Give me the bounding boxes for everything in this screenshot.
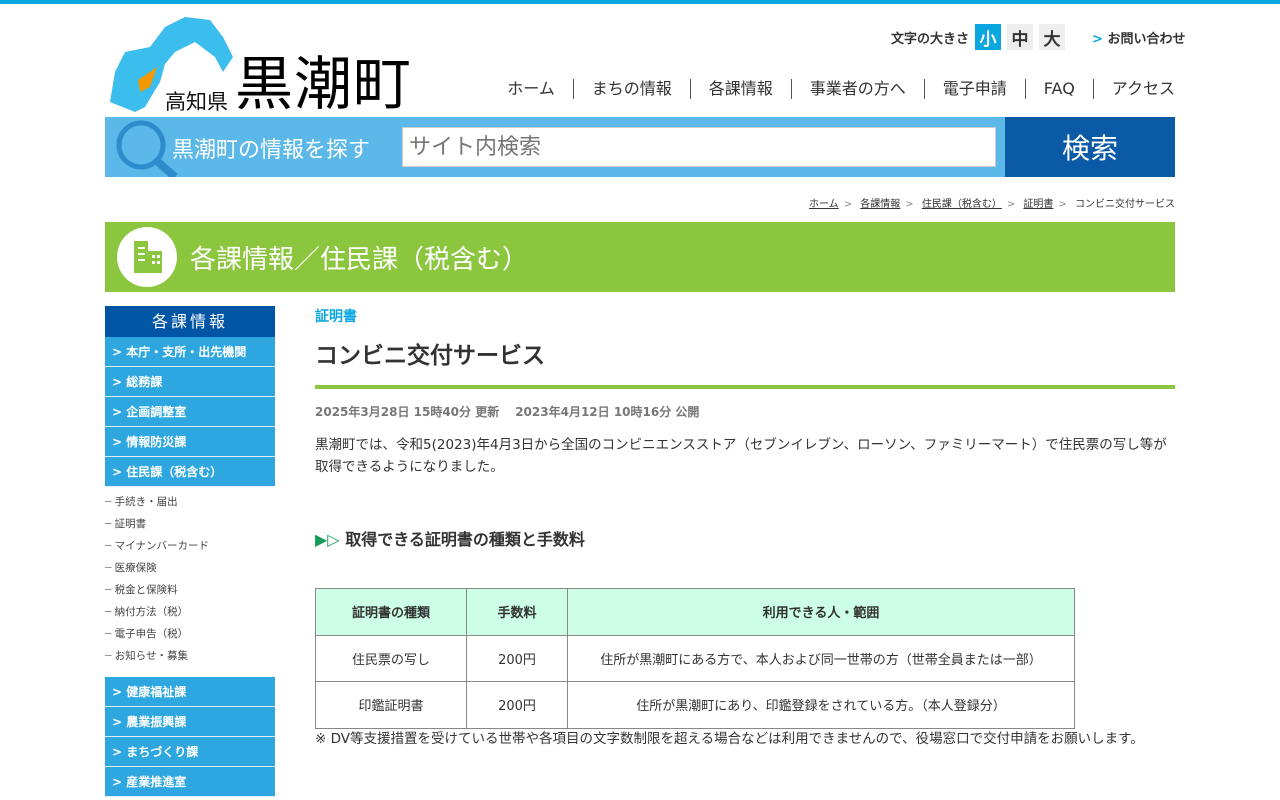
nav-e-application[interactable]: 電子申請 <box>923 79 1025 99</box>
chevron-right-icon: > <box>1092 32 1103 47</box>
town-name: 黒潮町 <box>235 50 413 118</box>
font-size-label: 文字の大きさ <box>891 31 970 47</box>
sidebar-item[interactable]: > 産業推進室 <box>105 767 275 797</box>
search-input[interactable] <box>402 127 996 167</box>
sidebar-item[interactable]: > 総務課 <box>105 367 275 397</box>
sidebar-subitem[interactable]: マイナンバーカード <box>105 535 275 557</box>
building-icon <box>117 227 177 287</box>
published-date: 2023年4月12日 10時16分 公開 <box>515 405 700 419</box>
sidebar: 各課情報 > 本庁・支所・出先機関 > 総務課 > 企画調整室 > 情報防災課 … <box>105 306 275 797</box>
font-size-switcher: 文字の大きさ 小 中 大 <box>891 24 1066 50</box>
magnifier-icon <box>116 120 178 177</box>
search-label: 黒潮町の情報を探す <box>172 138 371 163</box>
search-bar: 黒潮町の情報を探す 検索 <box>105 117 1175 177</box>
section-banner: 各課情報／住民課（税含む） <box>105 222 1175 292</box>
font-size-small-button[interactable]: 小 <box>975 24 1002 50</box>
col-header: 証明書の種類 <box>315 588 467 636</box>
sidebar-item[interactable]: > 企画調整室 <box>105 397 275 427</box>
table-row: 印鑑証明書 200円 住所が黒潮町にあり、印鑑登録をされている方。（本人登録分） <box>315 681 1075 729</box>
page-title: コンビニ交付サービス <box>315 336 1175 389</box>
table-row: 住民票の写し 200円 住所が黒潮町にある方で、本人および同一世帯の方（世帯全員また… <box>315 634 1075 682</box>
intro-text: 黒潮町では、令和5(2023)年4月3日から全国のコンビニエンスストア（セブンイ… <box>315 437 1167 475</box>
triangle-icon: ▶▷ <box>315 530 340 549</box>
breadcrumb-current: コンビニ交付サービス <box>1075 199 1175 210</box>
sidebar-item[interactable]: > 健康福祉課 <box>105 677 275 707</box>
note-text: ※ DV等支援措置を受けている世帯や各項目の文字数制限を超える場合などは利用でき… <box>315 730 1144 747</box>
dates: 2025年3月28日 15時40分 更新 2023年4月12日 10時16分 公開 <box>315 403 1175 420</box>
breadcrumb-residents[interactable]: 住民課（税含む） <box>922 199 1002 210</box>
site-logo[interactable]: 高知県 黒潮町 <box>105 12 415 116</box>
fee-table: 証明書の種類 手数料 利用できる人・範囲 住民票の写し 200円 住所が黒潮町にある方で… <box>315 588 1075 729</box>
breadcrumb: ホーム > 各課情報 > 住民課（税含む） > 証明書 > コンビニ交付サービス <box>808 199 1175 210</box>
sidebar-item-active[interactable]: > 住民課（税含む） <box>105 457 275 487</box>
sidebar-item[interactable]: > まちづくり課 <box>105 737 275 767</box>
nav-access[interactable]: アクセス <box>1092 79 1175 99</box>
breadcrumb-departments[interactable]: 各課情報 <box>860 199 900 210</box>
contact-label: お問い合わせ <box>1107 32 1186 47</box>
section-heading: ▶▷ 取得できる証明書の種類と手数料 <box>315 530 585 549</box>
nav-faq[interactable]: FAQ <box>1024 79 1093 99</box>
category-label: 証明書 <box>315 309 357 325</box>
font-size-medium-button[interactable]: 中 <box>1007 24 1034 50</box>
sidebar-title: 各課情報 <box>105 306 275 337</box>
search-button[interactable]: 検索 <box>1005 117 1175 177</box>
sidebar-subitem[interactable]: 納付方法（税） <box>105 601 275 623</box>
sidebar-item[interactable]: > 情報防災課 <box>105 427 275 457</box>
nav-home[interactable]: ホーム <box>489 79 573 99</box>
col-header: 手数料 <box>466 588 568 636</box>
sidebar-subitem[interactable]: お知らせ・募集 <box>105 645 275 667</box>
updated-date: 2025年3月28日 15時40分 更新 <box>315 405 500 419</box>
sidebar-subitem[interactable]: 証明書 <box>105 513 275 535</box>
nav-departments[interactable]: 各課情報 <box>689 79 791 99</box>
sidebar-subitem[interactable]: 税金と保険料 <box>105 579 275 601</box>
sidebar-subitem[interactable]: 医療保険 <box>105 557 275 579</box>
sidebar-item[interactable]: > 農業振興課 <box>105 707 275 737</box>
col-header: 利用できる人・範囲 <box>567 588 1075 636</box>
breadcrumb-certificates[interactable]: 証明書 <box>1023 199 1053 210</box>
banner-title: 各課情報／住民課（税含む） <box>190 245 529 275</box>
nav-business[interactable]: 事業者の方へ <box>790 79 924 99</box>
breadcrumb-home[interactable]: ホーム <box>809 199 839 210</box>
main-content: 証明書 コンビニ交付サービス 2025年3月28日 15時40分 更新 2023年… <box>315 306 1175 750</box>
sidebar-item[interactable]: > 本庁・支所・出先機関 <box>105 337 275 367</box>
top-bar <box>0 0 1280 4</box>
sidebar-subitem[interactable]: 手続き・届出 <box>105 491 275 513</box>
prefecture-name: 高知県 <box>165 90 228 114</box>
font-size-large-button[interactable]: 大 <box>1039 24 1066 50</box>
global-nav: ホーム まちの情報 各課情報 事業者の方へ 電子申請 FAQ アクセス <box>489 79 1175 99</box>
sidebar-subitem[interactable]: 電子申告（税） <box>105 623 275 645</box>
nav-town-info[interactable]: まちの情報 <box>572 79 690 99</box>
contact-link[interactable]: > お問い合わせ <box>1092 28 1185 47</box>
